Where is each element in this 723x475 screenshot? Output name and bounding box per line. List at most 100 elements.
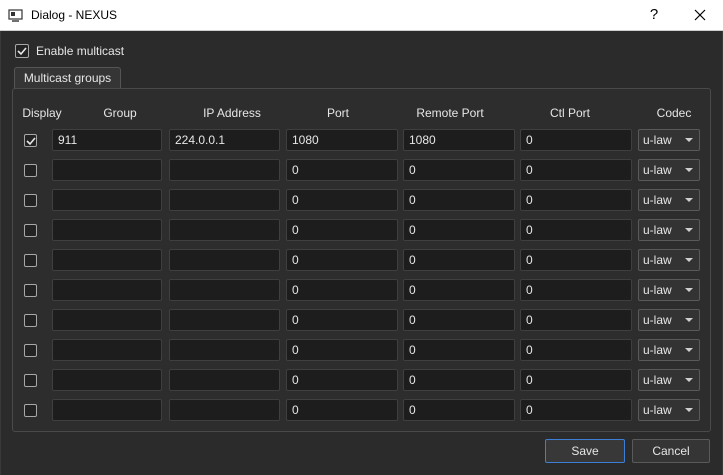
checkmark-icon — [26, 137, 36, 146]
port-field[interactable]: 0 — [286, 249, 398, 271]
col-header-codec: Codec — [656, 106, 692, 120]
port-field[interactable]: 0 — [286, 189, 398, 211]
chevron-down-icon — [685, 198, 693, 202]
chevron-down-icon — [685, 318, 693, 322]
close-icon — [694, 9, 706, 21]
codec-dropdown[interactable]: u-law — [638, 189, 700, 211]
ip-address-field[interactable] — [169, 159, 280, 181]
codec-value: u-law — [643, 223, 672, 237]
display-checkbox[interactable] — [24, 344, 37, 357]
enable-multicast-label: Enable multicast — [36, 44, 125, 58]
display-checkbox[interactable] — [24, 284, 37, 297]
ip-address-field[interactable]: 224.0.0.1 — [169, 129, 280, 151]
codec-dropdown[interactable]: u-law — [638, 249, 700, 271]
remote-port-field[interactable]: 0 — [403, 249, 515, 271]
title-bar: Dialog - NEXUS ? — [0, 0, 723, 31]
chevron-down-icon — [685, 378, 693, 382]
col-header-remote-port: Remote Port — [416, 106, 484, 120]
ctl-port-field[interactable]: 0 — [520, 129, 632, 151]
ctl-port-field[interactable]: 0 — [520, 399, 632, 421]
codec-dropdown[interactable]: u-law — [638, 399, 700, 421]
port-field[interactable]: 0 — [286, 339, 398, 361]
group-field[interactable] — [52, 369, 162, 391]
display-checkbox[interactable] — [24, 374, 37, 387]
display-checkbox[interactable] — [24, 404, 37, 417]
enable-multicast-checkbox[interactable] — [15, 44, 29, 58]
group-field[interactable]: 911 — [52, 129, 162, 151]
ctl-port-field[interactable]: 0 — [520, 159, 632, 181]
codec-value: u-law — [643, 283, 672, 297]
codec-dropdown[interactable]: u-law — [638, 129, 700, 151]
col-header-group: Group — [103, 106, 137, 120]
group-field[interactable] — [52, 189, 162, 211]
remote-port-field[interactable]: 0 — [403, 279, 515, 301]
ctl-port-field[interactable]: 0 — [520, 219, 632, 241]
codec-dropdown[interactable]: u-law — [638, 339, 700, 361]
group-field[interactable] — [52, 219, 162, 241]
remote-port-field[interactable]: 0 — [403, 159, 515, 181]
ctl-port-field[interactable]: 0 — [520, 249, 632, 271]
port-field[interactable]: 0 — [286, 399, 398, 421]
codec-dropdown[interactable]: u-law — [638, 369, 700, 391]
port-field[interactable]: 0 — [286, 309, 398, 331]
chevron-down-icon — [685, 168, 693, 172]
help-button[interactable]: ? — [640, 4, 668, 26]
display-checkbox[interactable] — [24, 314, 37, 327]
checkmark-icon — [17, 47, 27, 56]
remote-port-field[interactable]: 0 — [403, 189, 515, 211]
remote-port-field[interactable]: 0 — [403, 369, 515, 391]
chevron-down-icon — [685, 138, 693, 142]
ip-address-field[interactable] — [169, 189, 280, 211]
display-checkbox[interactable] — [24, 164, 37, 177]
codec-value: u-law — [643, 373, 672, 387]
display-checkbox[interactable] — [24, 254, 37, 267]
group-field[interactable] — [52, 159, 162, 181]
group-field[interactable] — [52, 339, 162, 361]
remote-port-field[interactable]: 0 — [403, 399, 515, 421]
display-checkbox[interactable] — [24, 134, 37, 147]
group-field[interactable] — [52, 249, 162, 271]
remote-port-field[interactable]: 0 — [403, 219, 515, 241]
codec-dropdown[interactable]: u-law — [638, 279, 700, 301]
ip-address-field[interactable] — [169, 399, 280, 421]
port-field[interactable]: 1080 — [286, 129, 398, 151]
ip-address-field[interactable] — [169, 249, 280, 271]
display-checkbox[interactable] — [24, 194, 37, 207]
ip-address-field[interactable] — [169, 339, 280, 361]
col-header-port: Port — [326, 106, 349, 120]
codec-value: u-law — [643, 253, 672, 267]
ctl-port-field[interactable]: 0 — [520, 309, 632, 331]
codec-value: u-law — [643, 343, 672, 357]
ctl-port-field[interactable]: 0 — [520, 339, 632, 361]
group-field[interactable] — [52, 399, 162, 421]
codec-dropdown[interactable]: u-law — [638, 219, 700, 241]
codec-value: u-law — [643, 163, 672, 177]
ip-address-field[interactable] — [169, 279, 280, 301]
window-title: Dialog - NEXUS — [31, 8, 118, 22]
ctl-port-field[interactable]: 0 — [520, 189, 632, 211]
remote-port-field[interactable]: 0 — [403, 309, 515, 331]
port-field[interactable]: 0 — [286, 219, 398, 241]
chevron-down-icon — [685, 228, 693, 232]
codec-dropdown[interactable]: u-law — [638, 309, 700, 331]
remote-port-field[interactable]: 0 — [403, 339, 515, 361]
port-field[interactable]: 0 — [286, 279, 398, 301]
ip-address-field[interactable] — [169, 309, 280, 331]
ip-address-field[interactable] — [169, 219, 280, 241]
codec-dropdown[interactable]: u-law — [638, 159, 700, 181]
port-field[interactable]: 0 — [286, 369, 398, 391]
cancel-button[interactable]: Cancel — [632, 439, 710, 463]
close-button[interactable] — [686, 4, 714, 26]
ctl-port-field[interactable]: 0 — [520, 369, 632, 391]
chevron-down-icon — [685, 258, 693, 262]
display-checkbox[interactable] — [24, 224, 37, 237]
group-field[interactable] — [52, 279, 162, 301]
port-field[interactable]: 0 — [286, 159, 398, 181]
ip-address-field[interactable] — [169, 369, 280, 391]
save-button[interactable]: Save — [545, 439, 625, 463]
group-field[interactable] — [52, 309, 162, 331]
ctl-port-field[interactable]: 0 — [520, 279, 632, 301]
col-header-ip: IP Address — [203, 106, 261, 120]
tab-multicast-groups[interactable]: Multicast groups — [14, 67, 121, 89]
remote-port-field[interactable]: 1080 — [403, 129, 515, 151]
